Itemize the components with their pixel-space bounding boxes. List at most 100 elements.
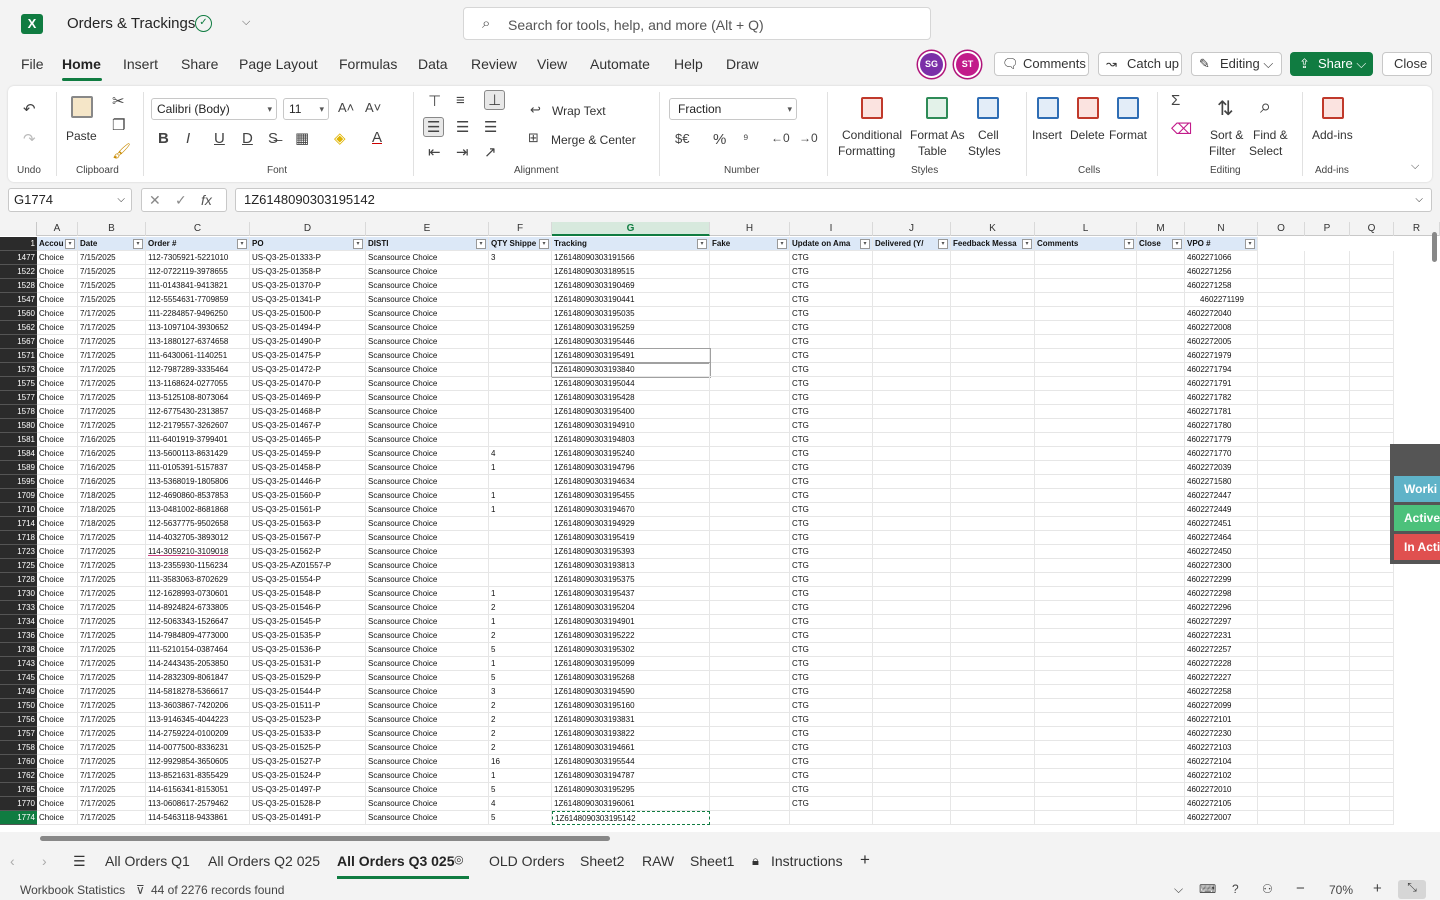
clear-icon[interactable]: ⌫ <box>1171 120 1192 138</box>
all-sheets-icon[interactable]: ☰ <box>73 853 86 870</box>
table-cell[interactable] <box>1035 419 1137 433</box>
filter-dropdown-icon[interactable]: ▾ <box>353 239 363 249</box>
table-cell[interactable]: Choice <box>37 461 78 475</box>
table-cell[interactable]: US-Q3-25-01560-P <box>250 489 366 503</box>
table-cell[interactable] <box>951 769 1035 783</box>
table-cell[interactable] <box>873 783 951 797</box>
table-cell[interactable] <box>951 531 1035 545</box>
table-cell[interactable]: 113-1168624-0277055 <box>146 377 250 391</box>
column-title[interactable]: Close ▾ <box>1137 237 1185 251</box>
table-cell[interactable] <box>1035 517 1137 531</box>
row-number[interactable]: 1756 <box>0 713 37 727</box>
table-cell[interactable] <box>1035 573 1137 587</box>
row-number[interactable]: 1743 <box>0 657 37 671</box>
table-cell[interactable]: 7/18/2025 <box>78 517 146 531</box>
table-cell[interactable] <box>1350 685 1394 699</box>
table-cell[interactable] <box>1258 615 1305 629</box>
table-cell[interactable] <box>1035 713 1137 727</box>
table-cell[interactable] <box>1137 531 1185 545</box>
table-cell[interactable] <box>1258 531 1305 545</box>
table-cell[interactable] <box>1035 699 1137 713</box>
table-cell[interactable] <box>1305 293 1350 307</box>
table-cell[interactable]: 16 <box>489 755 552 769</box>
table-cell[interactable]: 1Z6148090303195044 <box>552 377 710 391</box>
conditional-formatting-label-2[interactable]: Formatting <box>838 144 895 158</box>
table-cell[interactable] <box>1137 811 1185 825</box>
add-ins-button[interactable]: Add-ins <box>1312 128 1353 142</box>
table-cell[interactable] <box>1350 601 1394 615</box>
table-cell[interactable]: US-Q3-25-01528-P <box>250 797 366 811</box>
filter-dropdown-icon[interactable]: ▾ <box>1022 239 1032 249</box>
table-cell[interactable] <box>1258 419 1305 433</box>
table-cell[interactable] <box>710 811 790 825</box>
column-title[interactable]: Order # ▾ <box>146 237 250 251</box>
table-cell[interactable]: Scansource Choice <box>366 685 489 699</box>
table-cell[interactable] <box>873 391 951 405</box>
table-cell[interactable] <box>1035 811 1137 825</box>
table-cell[interactable]: Choice <box>37 713 78 727</box>
table-cell[interactable] <box>873 601 951 615</box>
table-cell[interactable] <box>1035 475 1137 489</box>
table-cell[interactable]: US-Q3-25-01562-P <box>250 545 366 559</box>
table-cell[interactable] <box>1350 405 1394 419</box>
table-cell[interactable] <box>489 419 552 433</box>
row-number[interactable]: 1522 <box>0 265 37 279</box>
autosum-icon[interactable]: Σ <box>1171 92 1180 109</box>
table-cell[interactable] <box>489 391 552 405</box>
table-cell[interactable]: 4602271781 <box>1185 405 1258 419</box>
table-cell[interactable] <box>873 587 951 601</box>
table-cell[interactable] <box>1137 643 1185 657</box>
table-cell[interactable]: 4602271770 <box>1185 447 1258 461</box>
tab-all-orders-q1[interactable]: All Orders Q1 <box>105 853 190 869</box>
table-cell[interactable]: 7/17/2025 <box>78 783 146 797</box>
table-cell[interactable] <box>1258 251 1305 265</box>
table-cell[interactable] <box>1350 433 1394 447</box>
table-cell[interactable]: 4602272299 <box>1185 573 1258 587</box>
menu-home[interactable]: Home <box>62 56 101 72</box>
format-painter-icon[interactable]: 🖌 <box>112 142 131 160</box>
table-cell[interactable]: US-Q3-25-01459-P <box>250 447 366 461</box>
table-cell[interactable] <box>1305 447 1350 461</box>
table-cell[interactable] <box>489 377 552 391</box>
row-number[interactable]: 1547 <box>0 293 37 307</box>
column-header-n[interactable]: N <box>1185 222 1258 236</box>
table-cell[interactable]: Scansource Choice <box>366 601 489 615</box>
table-cell[interactable]: 1Z6148090303195204 <box>552 601 710 615</box>
table-cell[interactable]: Scansource Choice <box>366 797 489 811</box>
table-cell[interactable] <box>1258 475 1305 489</box>
table-cell[interactable]: US-Q3-25-01536-P <box>250 643 366 657</box>
table-cell[interactable]: 1Z6148090303195455 <box>552 489 710 503</box>
table-cell[interactable] <box>1305 475 1350 489</box>
working-button[interactable]: Worki <box>1394 476 1440 502</box>
table-cell[interactable]: 4602271780 <box>1185 419 1258 433</box>
table-cell[interactable]: Scansource Choice <box>366 587 489 601</box>
table-cell[interactable]: 1Z6148090303194803 <box>552 433 710 447</box>
table-cell[interactable] <box>1350 587 1394 601</box>
table-cell[interactable]: 4602272258 <box>1185 685 1258 699</box>
row-number[interactable]: 1 <box>0 237 37 251</box>
column-header-m[interactable]: M <box>1137 222 1185 236</box>
table-cell[interactable]: CTG <box>790 419 873 433</box>
table-cell[interactable] <box>1258 699 1305 713</box>
table-cell[interactable]: 4602272228 <box>1185 657 1258 671</box>
table-cell[interactable] <box>1350 503 1394 517</box>
table-cell[interactable] <box>1305 405 1350 419</box>
insert-cells-button[interactable]: Insert <box>1032 128 1062 142</box>
table-cell[interactable] <box>951 251 1035 265</box>
table-cell[interactable]: Choice <box>37 531 78 545</box>
delete-cells-button[interactable]: Delete <box>1070 128 1105 142</box>
table-cell[interactable] <box>1035 531 1137 545</box>
table-cell[interactable]: Scansource Choice <box>366 307 489 321</box>
table-cell[interactable]: Scansource Choice <box>366 391 489 405</box>
table-cell[interactable]: 114-4032705-3893012 <box>146 531 250 545</box>
table-cell[interactable] <box>873 671 951 685</box>
column-header-d[interactable]: D <box>250 222 366 236</box>
table-cell[interactable]: 1Z6148090303195259 <box>552 321 710 335</box>
italic-icon[interactable]: I <box>186 130 190 147</box>
table-cell[interactable] <box>1035 643 1137 657</box>
paste-icon[interactable] <box>71 96 93 118</box>
table-cell[interactable] <box>951 335 1035 349</box>
table-cell[interactable] <box>1305 391 1350 405</box>
table-cell[interactable]: 7/17/2025 <box>78 811 146 825</box>
table-cell[interactable]: 7/17/2025 <box>78 629 146 643</box>
